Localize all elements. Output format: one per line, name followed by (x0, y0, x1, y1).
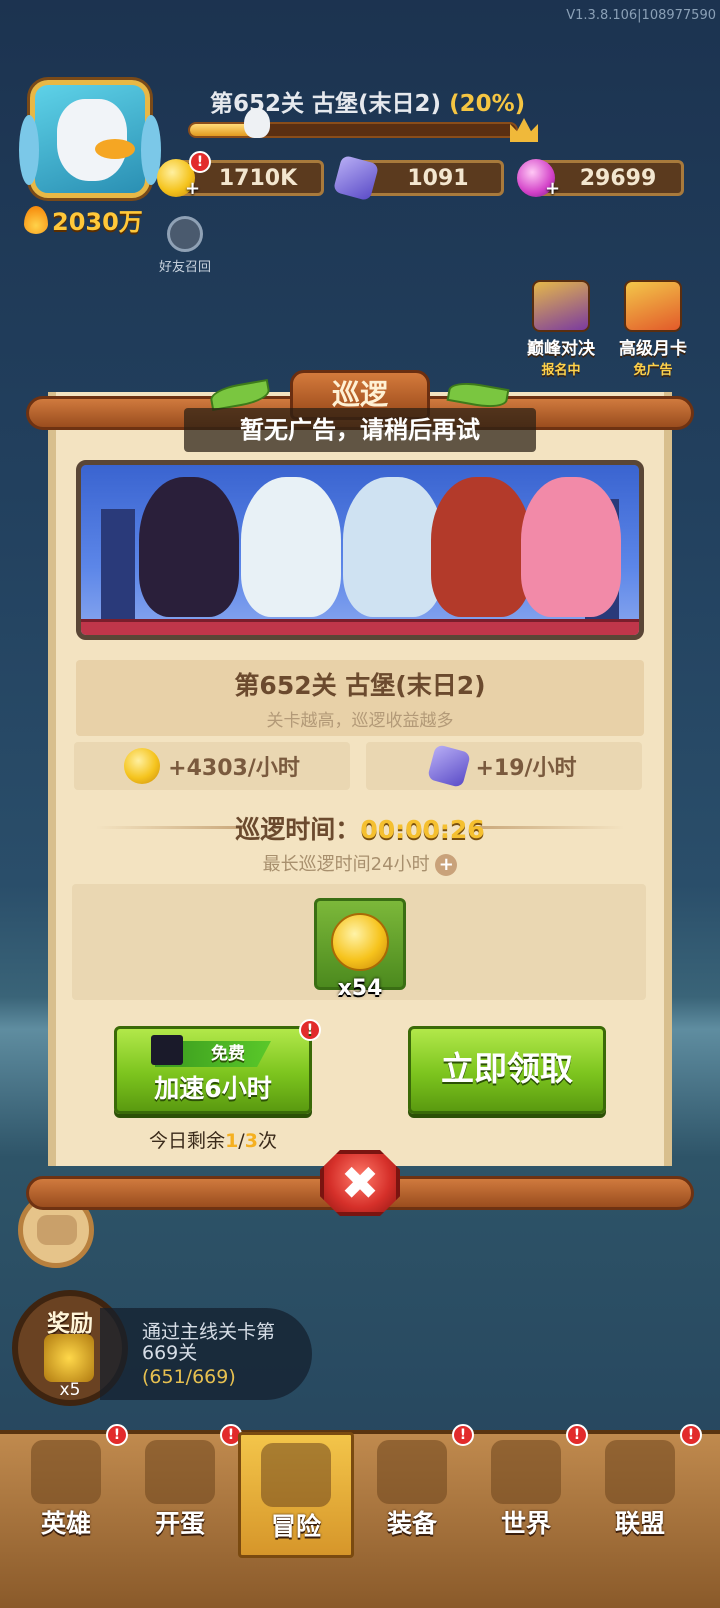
gem-rate: +19/小时 (366, 742, 642, 790)
monthly-card-sub: 免广告 (633, 363, 673, 378)
level-progress-bar (188, 122, 518, 138)
nav-adventure[interactable]: 冒险 (238, 1432, 354, 1558)
gem-icon (427, 743, 472, 789)
gem-rate-value: +19/小时 (475, 756, 577, 781)
orb-value: 29699 (579, 165, 657, 191)
hero-banner (76, 460, 644, 640)
quest-text: 通过主线关卡第669关 (142, 1321, 276, 1364)
gem-icon (332, 154, 380, 202)
hero-ice-duck-icon (343, 477, 443, 617)
nav-label: 开蛋 (154, 1509, 205, 1538)
video-card-icon (624, 280, 682, 332)
nav-world[interactable]: 世界 ! (468, 1424, 588, 1552)
nav-alliance[interactable]: 联盟 ! (582, 1424, 702, 1552)
patrol-time: 巡逻时间：00:00:26 (76, 810, 644, 846)
crown-icon (510, 118, 538, 142)
banner-floor (81, 619, 639, 635)
max-patrol-time: 最长巡逻时间24小时 + (76, 850, 644, 876)
level-percent: (20%) (449, 91, 526, 117)
wing-icon (19, 115, 39, 185)
stage-hint: 关卡越高，巡逻收益越多 (266, 711, 454, 731)
hero-knight-duck-icon (431, 477, 531, 617)
alert-badge: ! (680, 1424, 702, 1446)
nav-label: 装备 (386, 1509, 437, 1538)
progress-duck-icon (244, 108, 270, 138)
reward-chest-icon (44, 1334, 94, 1382)
flame-icon (24, 205, 48, 234)
peak-duel-button[interactable]: 巅峰对决 报名中 (522, 280, 600, 378)
clapperboard-icon (151, 1035, 183, 1065)
alliance-shield-icon (605, 1440, 675, 1504)
gold-coin-icon (124, 748, 161, 784)
toast-message: 暂无广告，请稍后再试 (184, 408, 536, 452)
anvil-icon (377, 1440, 447, 1504)
friend-recall-button[interactable]: 好友召回 (156, 216, 214, 275)
gold-rate-value: +4303/小时 (168, 756, 300, 781)
level-name: 第652关 古堡(末日2) (210, 91, 442, 117)
chat-bubble-icon (37, 1215, 77, 1245)
nav-label: 联盟 (614, 1509, 665, 1538)
nav-label: 英雄 (40, 1509, 91, 1538)
gold-coin-icon (331, 913, 389, 971)
gold-rate: +4303/小时 (74, 742, 350, 790)
monthly-card-label: 高级月卡 (619, 339, 687, 359)
monthly-card-button[interactable]: 高级月卡 免广告 (614, 280, 692, 378)
nav-eggs[interactable]: 开蛋 ! (122, 1424, 242, 1552)
gold-counter[interactable]: + ! 1710K (157, 151, 324, 199)
refresh-icon (167, 216, 203, 252)
remaining-count: 今日剩余1/3次 (114, 1126, 312, 1153)
combat-power-value: 2030万 (52, 208, 143, 236)
remaining-suffix: 次 (257, 1130, 277, 1152)
close-button[interactable]: ✖ (320, 1150, 400, 1216)
hero-pink-duck-icon (521, 477, 621, 617)
max-time-text: 最长巡逻时间24小时 (262, 854, 430, 875)
quest-progress: (651/669) (142, 1366, 236, 1388)
gold-value: 1710K (218, 165, 298, 191)
hero-diver-duck-icon (241, 477, 341, 617)
patrol-time-label: 巡逻时间： (235, 815, 361, 844)
nav-label: 冒险 (270, 1512, 321, 1541)
crossed-swords-icon (261, 1443, 331, 1507)
add-orb-icon[interactable]: + (545, 178, 560, 199)
beak-icon (95, 139, 135, 159)
extend-time-icon[interactable]: + (435, 854, 458, 876)
speed-up-button[interactable]: 免费 加速6小时 ! (114, 1019, 321, 1114)
hero-icon (31, 1440, 101, 1504)
free-tag-label: 免费 (211, 1044, 245, 1064)
version-label: V1.3.8.106|108977590 (566, 8, 716, 23)
reward-quantity: x54 (337, 976, 383, 1001)
vs-shield-icon (532, 280, 590, 332)
stage-card: 第652关 古堡(末日2) 关卡越高，巡逻收益越多 (76, 660, 644, 736)
map-icon (491, 1440, 561, 1504)
hero-dark-duck-icon (139, 477, 239, 617)
alert-badge: ! (189, 151, 211, 173)
add-gold-icon[interactable]: + (185, 178, 200, 199)
peak-duel-label: 巅峰对决 (527, 339, 595, 359)
castle-tower-icon (101, 509, 135, 619)
remaining-total: 3 (244, 1130, 258, 1152)
nav-equipment[interactable]: 装备 ! (354, 1424, 474, 1552)
stage-name: 第652关 古堡(末日2) (234, 671, 486, 700)
orb-counter[interactable]: + 29699 (517, 159, 684, 199)
speed-up-label: 加速6小时 (154, 1074, 272, 1103)
player-avatar[interactable] (19, 80, 161, 198)
peak-duel-status: 报名中 (541, 363, 581, 378)
patrol-time-value: 00:00:26 (360, 815, 485, 844)
egg-icon (145, 1440, 215, 1504)
claim-now-button[interactable]: 立即领取 (408, 1026, 606, 1114)
nav-heroes[interactable]: 英雄 ! (8, 1424, 128, 1552)
alert-badge: ! (299, 1019, 321, 1041)
nav-label: 世界 (500, 1509, 551, 1538)
gem-counter[interactable]: 1091 (332, 154, 504, 202)
remaining-used: 1 (225, 1130, 239, 1152)
combat-power: 2030万 (24, 202, 143, 237)
remaining-prefix: 今日剩余 (149, 1130, 226, 1152)
gem-value: 1091 (407, 165, 469, 191)
friend-recall-label: 好友召回 (158, 260, 211, 275)
